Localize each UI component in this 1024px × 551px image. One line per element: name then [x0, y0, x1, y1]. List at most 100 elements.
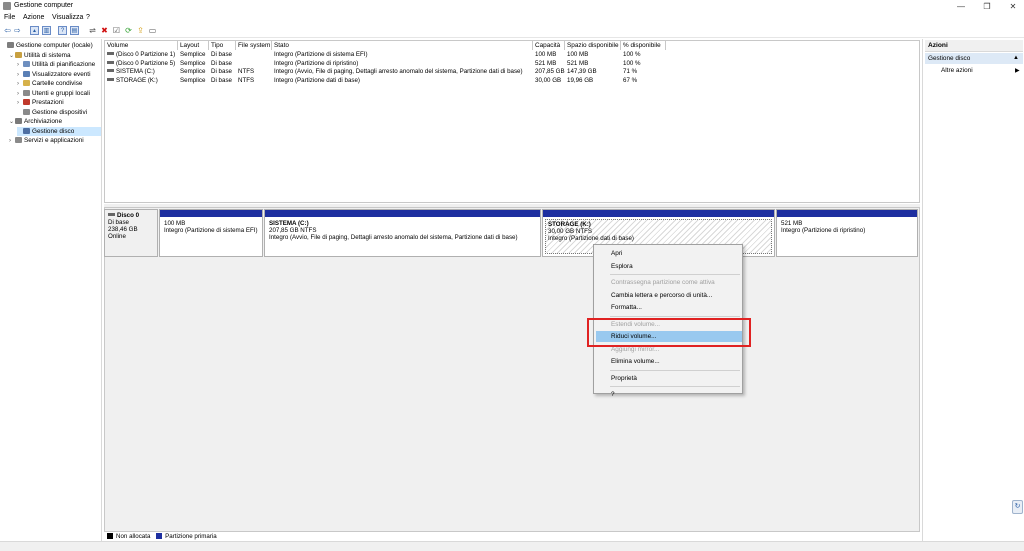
cell-text: 521 MB [535, 59, 557, 67]
disk-graphical-view [104, 207, 920, 541]
menu-separator [610, 369, 740, 371]
connect-icon[interactable]: ⇌ [88, 26, 97, 35]
menu-azione[interactable]: Azione [23, 14, 44, 21]
partition-primary-bar [543, 210, 774, 217]
column-header-volume[interactable]: Volume [105, 41, 178, 50]
table-cell: NTFS [236, 68, 272, 76]
floating-remote-icon[interactable]: ↻ [1012, 500, 1023, 514]
actions-section-gestione-disco[interactable]: Gestione disco ▲ [925, 53, 1023, 64]
tree-item[interactable]: Gestione disco [17, 126, 101, 136]
cell-text: 30,00 GB [535, 76, 562, 84]
cell-text: Semplice [180, 68, 206, 75]
menu-file[interactable]: File [4, 14, 15, 21]
table-cell: Di base [209, 60, 236, 68]
partition-status: Integro (Partizione di ripristino) [781, 227, 866, 234]
cell-text: NTFS [238, 76, 255, 84]
table-cell: Di base [209, 68, 236, 76]
actions-header: Azioni [925, 40, 1023, 52]
cell-text: 147,39 GB [567, 68, 597, 75]
tree-item[interactable]: Gestione computer (locale) [1, 41, 93, 50]
services-icon [15, 137, 22, 143]
event-viewer-icon [23, 70, 30, 77]
delete-icon[interactable]: ✖ [100, 26, 109, 35]
cell-text: Integro (Partizione dati di base) [274, 76, 360, 84]
list-icon[interactable]: ▤ [70, 26, 79, 35]
context-menu-item[interactable]: Proprietà [596, 373, 742, 384]
tree-item[interactable]: ⌄ Archiviazione [9, 117, 62, 126]
column-header-percent-disponibile[interactable]: % disponibile [621, 41, 666, 50]
actions-section-label: Gestione disco [928, 55, 971, 62]
column-header-spazio-disponibile[interactable]: Spazio disponibile [565, 41, 621, 50]
table-cell: 100 % [621, 51, 666, 59]
cell-text: Semplice [180, 59, 206, 67]
tree-item[interactable]: › Cartelle condivise [17, 79, 82, 88]
context-menu-item[interactable]: Cambia lettera e percorso di unità... [596, 290, 742, 301]
title-bar: Gestione computer — ❐ ✕ [0, 0, 1024, 13]
column-header-layout[interactable]: Layout [178, 41, 209, 50]
new-window-icon[interactable]: ▭ [148, 26, 157, 35]
cell-text: Integro (Partizione di sistema EFI) [274, 51, 368, 58]
show-hide-tree-icon[interactable]: ▥ [42, 26, 51, 35]
disk-management-icon [23, 127, 30, 134]
tree-item-label: Utenti e gruppi locali [32, 89, 90, 97]
partition-efi[interactable]: 100 MB Integro (Partizione di sistema EF… [159, 209, 263, 257]
computer-icon [7, 42, 14, 48]
volume-icon [107, 77, 114, 81]
cell-text: Integro (Avvio, File di paging, Dettagli… [274, 68, 523, 75]
menu-separator [610, 315, 740, 317]
refresh-icon[interactable]: ⟳ [124, 26, 133, 35]
export-icon[interactable]: ⇪ [136, 26, 145, 35]
context-menu-item[interactable]: Esplora [596, 261, 742, 272]
cell-text: 19,96 GB [567, 76, 594, 84]
tools-icon [15, 51, 22, 58]
tree-item[interactable]: › Servizi e applicazioni [9, 136, 84, 145]
forward-icon[interactable]: ⇨ [13, 26, 22, 35]
table-cell: Integro (Partizione di ripristino) [272, 60, 533, 68]
table-row[interactable]: SISTEMA (C:) Semplice Di base NTFS Integro (… [105, 68, 666, 76]
context-menu-item[interactable]: Elimina volume... [596, 356, 742, 367]
menu-help[interactable]: ? [86, 14, 90, 21]
collapse-arrow-icon[interactable]: ▲ [1013, 53, 1019, 64]
column-header-stato[interactable]: Stato [272, 41, 533, 50]
tree-item[interactable]: › Utilità di pianificazione [17, 60, 95, 69]
tree-item[interactable]: › Utenti e gruppi locali [17, 89, 90, 98]
tree-item[interactable]: ⌄ Utilità di sistema [9, 51, 71, 60]
table-cell: (Disco 0 Partizione 5) [105, 60, 178, 68]
cell-text: STORAGE (K:) [116, 76, 158, 84]
partition-recovery[interactable]: 521 MB Integro (Partizione di ripristino… [776, 209, 918, 257]
cell-text: SISTEMA (C:) [116, 68, 155, 75]
context-menu-item[interactable]: Apri [596, 248, 742, 259]
cell-text: Di base [211, 51, 232, 58]
tree-item[interactable]: › Visualizzatore eventi [17, 70, 91, 79]
table-cell: 207,85 GB [533, 68, 565, 76]
legend-swatch-unallocated [107, 533, 113, 539]
context-menu-item[interactable]: Formatta... [596, 302, 742, 313]
device-manager-icon [23, 108, 30, 115]
tree-item[interactable]: Gestione dispositivi [17, 108, 87, 117]
properties-icon[interactable]: ☑ [112, 26, 121, 35]
table-row[interactable]: (Disco 0 Partizione 5) Semplice Di base Int… [105, 60, 666, 68]
column-header-tipo[interactable]: Tipo [209, 41, 236, 50]
help-icon[interactable]: ? [58, 26, 67, 35]
close-button[interactable]: ✕ [998, 0, 1024, 13]
context-menu-item[interactable]: ? [596, 389, 742, 400]
window-title: Gestione computer [14, 2, 74, 9]
partition-status: Integro (Avvio, File di paging, Dettagli… [269, 234, 518, 241]
cell-text: 207,85 GB [535, 68, 565, 75]
column-header-capacita[interactable]: Capacità [533, 41, 565, 50]
table-row[interactable]: STORAGE (K:) Semplice Di base NTFS Integro (… [105, 77, 666, 85]
navigation-tree: Gestione computer (locale) ⌄ Utilità di si… [0, 39, 102, 541]
disk-0-label[interactable]: Disco 0 Di base 238,46 GB Online [104, 209, 158, 257]
tree-item[interactable]: › Prestazioni [17, 98, 64, 107]
partition-sistema[interactable]: SISTEMA (C:) 207,85 GB NTFS Integro (Avv… [264, 209, 541, 257]
tree-item-label: Servizi e applicazioni [24, 137, 84, 144]
menu-visualizza[interactable]: Visualizza [52, 14, 83, 21]
table-row[interactable]: (Disco 0 Partizione 1) Semplice Di base Int… [105, 51, 666, 59]
cell-text: Integro (Partizione di ripristino) [274, 59, 359, 67]
tree-item-label: Utilità di pianificazione [32, 61, 96, 68]
column-header-file-system[interactable]: File system [236, 41, 272, 50]
back-icon[interactable]: ⇦ [3, 26, 12, 35]
cell-text: 71 % [623, 68, 638, 75]
up-icon[interactable]: ▲ [30, 26, 39, 35]
altre-azioni-link[interactable]: Altre azioni [941, 67, 973, 74]
